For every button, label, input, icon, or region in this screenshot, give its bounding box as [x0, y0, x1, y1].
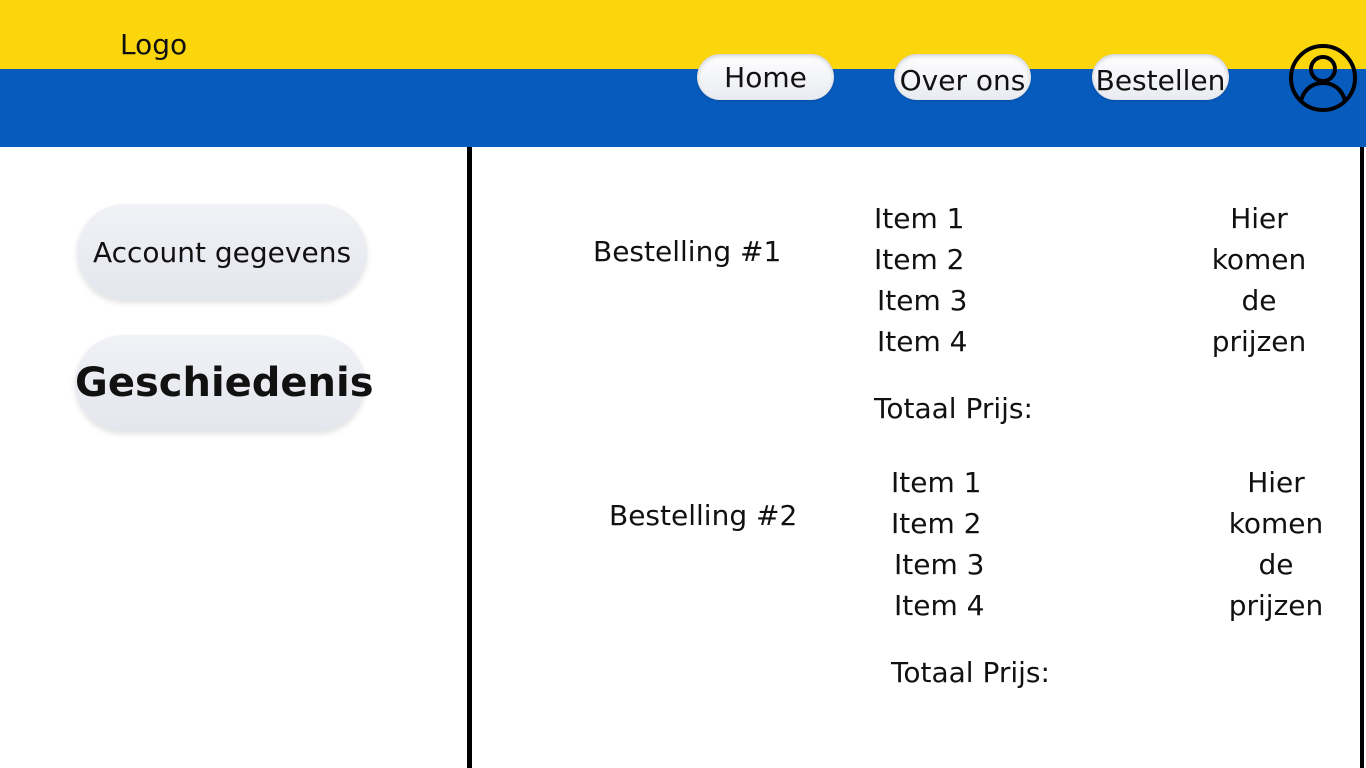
order-prices: Hier komen de prijzen [1204, 198, 1314, 362]
price-text: Hier [1247, 466, 1305, 499]
order-item: Item 3 [877, 284, 968, 317]
order-prices: Hier komen de prijzen [1221, 462, 1331, 626]
order-total-label: Totaal Prijs: [874, 392, 1033, 425]
order-title: Bestelling #1 [593, 235, 782, 268]
logo[interactable]: Logo [120, 28, 187, 62]
content-divider [467, 147, 472, 768]
account-gegevens-button[interactable]: Account gegevens [77, 204, 367, 300]
account-history-page: Logo Home Over ons Bestellen Account geg… [0, 0, 1366, 768]
price-text: de [1258, 548, 1294, 581]
geschiedenis-button[interactable]: Geschiedenis [75, 335, 374, 431]
order-total-label: Totaal Prijs: [891, 656, 1050, 689]
order-item: Item 4 [894, 589, 985, 622]
nav-bestellen-button[interactable]: Bestellen [1092, 54, 1229, 100]
order-item: Item 2 [891, 507, 982, 540]
price-text: komen [1228, 507, 1324, 540]
content-right-border [1360, 147, 1364, 768]
nav-over-ons-button[interactable]: Over ons [894, 54, 1031, 100]
price-text: prijzen [1228, 589, 1324, 622]
price-text: prijzen [1211, 325, 1307, 358]
user-account-icon[interactable] [1288, 43, 1358, 113]
order-item: Item 2 [874, 243, 965, 276]
order-item: Item 4 [877, 325, 968, 358]
price-text: komen [1211, 243, 1307, 276]
order-items-list: Item 1 Item 2 Item 3 Item 4 [874, 198, 967, 362]
order-items-list: Item 1 Item 2 Item 3 Item 4 [891, 462, 984, 626]
order-item: Item 1 [891, 466, 982, 499]
order-title: Bestelling #2 [609, 499, 798, 532]
price-text: Hier [1230, 202, 1288, 235]
order-item: Item 3 [894, 548, 985, 581]
price-text: de [1241, 284, 1277, 317]
nav-home-button[interactable]: Home [697, 54, 834, 100]
order-item: Item 1 [874, 202, 965, 235]
